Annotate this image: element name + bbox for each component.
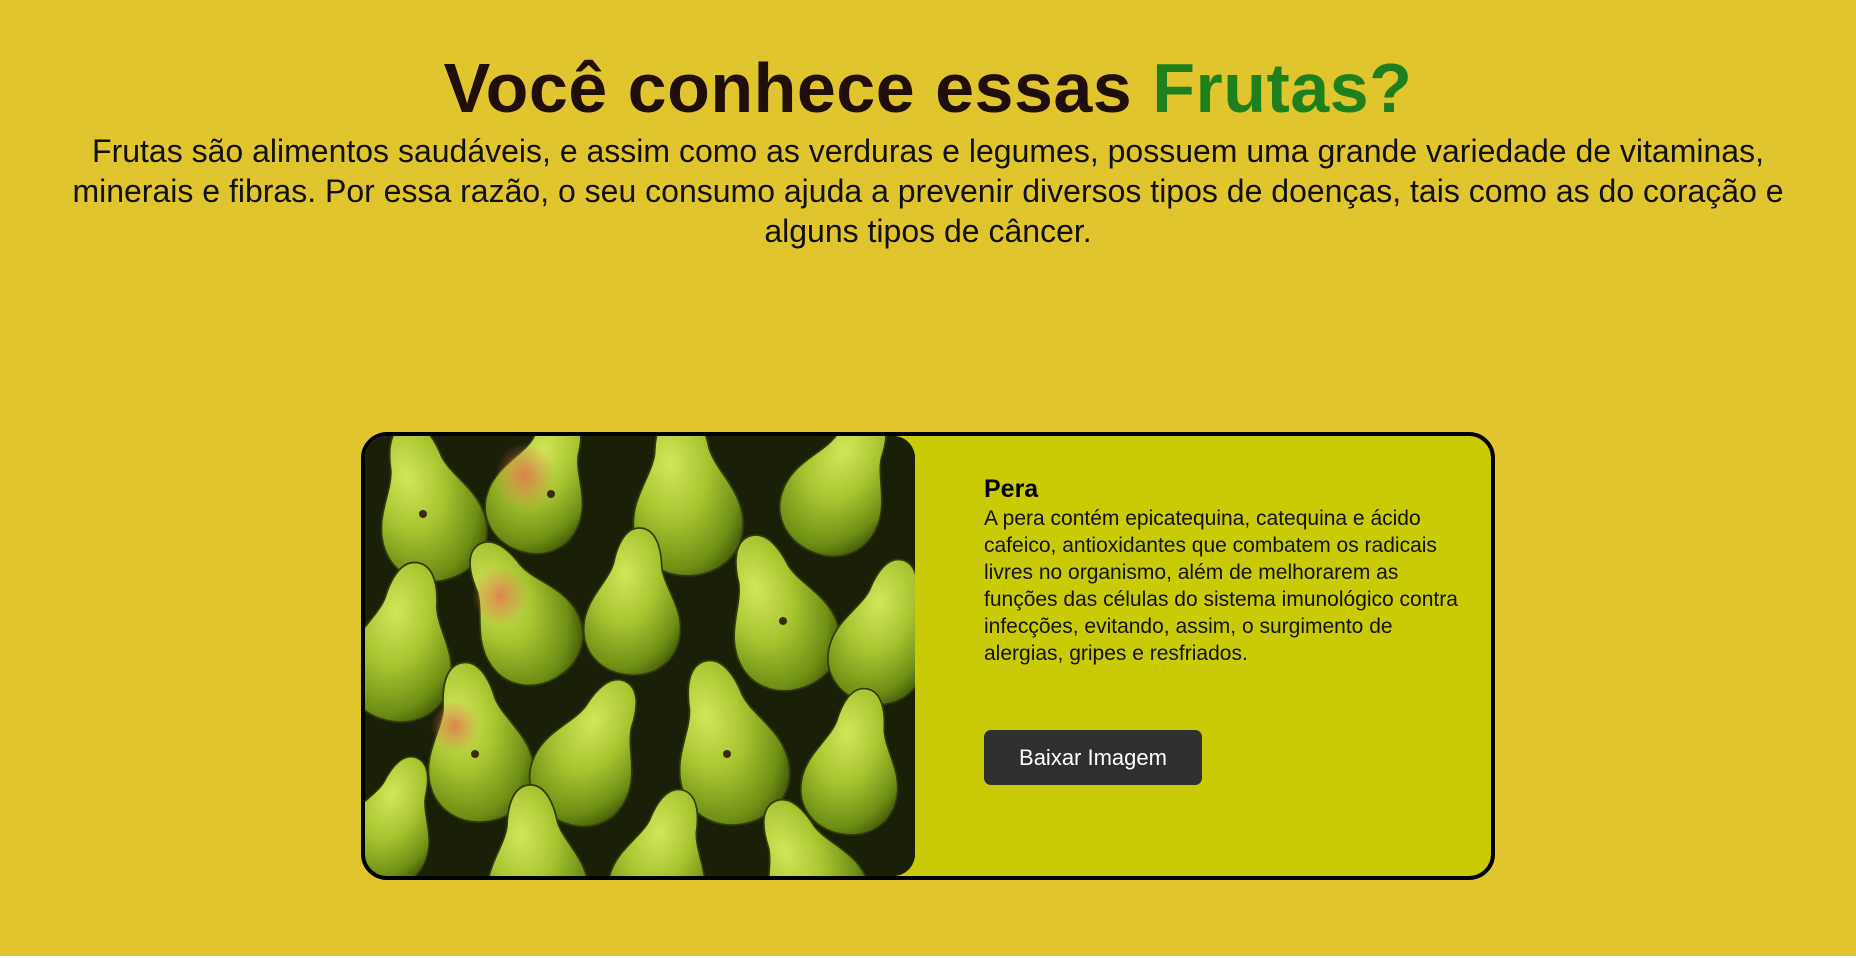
- page: Você conhece essas Frutas? Frutas são al…: [0, 0, 1856, 956]
- pear-photo-illustration: [365, 436, 915, 876]
- fruit-card: Pera A pera contém epicatequina, catequi…: [361, 432, 1495, 880]
- fruit-info: Pera A pera contém epicatequina, catequi…: [984, 474, 1474, 785]
- page-title: Você conhece essas Frutas?: [0, 46, 1856, 130]
- download-image-button[interactable]: Baixar Imagem: [984, 730, 1202, 785]
- fruit-name: Pera: [984, 475, 1039, 503]
- title-main: Você conhece essas: [443, 49, 1133, 127]
- intro-text: Frutas são alimentos saudáveis, e assim …: [72, 133, 1784, 249]
- fruit-description: A pera contém epicatequina, catequina e …: [984, 507, 1458, 665]
- title-accent: Frutas?: [1152, 49, 1413, 127]
- pear-image: [365, 436, 915, 876]
